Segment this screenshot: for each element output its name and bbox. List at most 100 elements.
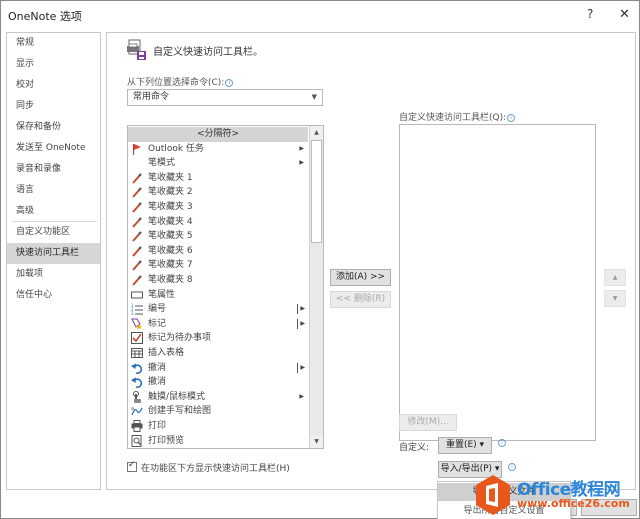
- sidebar-item[interactable]: 校对: [7, 75, 100, 96]
- info-icon[interactable]: i: [508, 463, 516, 471]
- sidebar-item[interactable]: 同步: [7, 96, 100, 117]
- command-label: 标记为待办事项: [148, 333, 212, 344]
- sidebar-item[interactable]: 常规: [7, 33, 100, 54]
- svg-text:a: a: [131, 406, 134, 412]
- command-label: 打印预览: [148, 435, 185, 446]
- commands-scrollbar[interactable]: ▲ ▼: [309, 126, 323, 448]
- sidebar-item[interactable]: 快速访问工具栏: [7, 243, 100, 264]
- info-icon[interactable]: i: [498, 439, 506, 447]
- sidebar-item[interactable]: 自定义功能区: [7, 222, 100, 243]
- info-icon[interactable]: i: [225, 79, 234, 87]
- sidebar-item[interactable]: 高级: [7, 201, 100, 222]
- command-item[interactable]: a 创建手写和绘图: [128, 404, 308, 419]
- command-item[interactable]: 撤消 ▶: [128, 361, 308, 376]
- command-item[interactable]: 插入表格: [128, 346, 308, 361]
- command-item[interactable]: 笔收藏夹 4: [128, 215, 308, 230]
- sidebar-item[interactable]: 保存和备份: [7, 117, 100, 138]
- command-label: <分隔符>: [196, 129, 240, 139]
- command-item[interactable]: 1 2 3 编号 ▶: [128, 302, 308, 317]
- command-item[interactable]: 笔收藏夹 1: [128, 171, 308, 186]
- command-item[interactable]: 笔属性: [128, 288, 308, 303]
- command-item[interactable]: 打印预览: [128, 434, 308, 448]
- info-icon[interactable]: i: [507, 114, 516, 122]
- show-below-ribbon-checkbox[interactable]: [127, 460, 137, 472]
- command-item[interactable]: 标记为待办事项: [128, 331, 308, 346]
- command-label: Outlook 任务: [148, 143, 204, 154]
- undo-icon: [131, 376, 143, 389]
- command-item[interactable]: 标记 ▶: [128, 317, 308, 332]
- dialog-title: OneNote 选项: [8, 10, 82, 23]
- command-label: 创建手写和绘图: [148, 406, 212, 417]
- help-button[interactable]: ?: [587, 7, 593, 21]
- command-label: 撤消: [148, 362, 167, 373]
- command-label: 笔收藏夹 7: [148, 260, 193, 271]
- commands-list[interactable]: 打印预览 打印 a 创建手写和绘图 触摸/鼠标模式 ▶ 撤消 撤消 ▶ 插入表格 标记为待办事项 标记…: [127, 125, 324, 449]
- main-panel: 自定义快速访问工具栏。 从下列位置选择命令(C): i 常用命令 ▼ 打印预览 打印…: [106, 32, 636, 490]
- remove-button[interactable]: << 删除(R): [330, 291, 391, 308]
- command-label: 笔收藏夹 8: [148, 275, 193, 285]
- choose-commands-text: 从下列位置选择命令(C):: [127, 78, 225, 88]
- scroll-thumb[interactable]: [311, 140, 322, 243]
- section-title: 自定义快速访问工具栏。: [153, 47, 263, 58]
- scroll-up-icon[interactable]: ▲: [310, 126, 323, 139]
- customize-label: 自定义:: [399, 443, 430, 453]
- modify-button[interactable]: 修改(M)...: [399, 414, 457, 431]
- sidebar-item[interactable]: 语言: [7, 180, 100, 201]
- printer-icon: [131, 420, 143, 432]
- checkbox-icon: [131, 332, 143, 345]
- tag-icon: [131, 318, 143, 330]
- menu-item-export[interactable]: 导出所有自定义设置: [438, 502, 570, 519]
- scroll-down-icon[interactable]: ▼: [310, 435, 323, 448]
- close-button[interactable]: ✕: [619, 7, 630, 22]
- import-export-button[interactable]: 导入/导出(P) ▾: [438, 461, 502, 478]
- pen-icon: [131, 230, 143, 242]
- menu-item-import[interactable]: 导入自定义文件: [438, 483, 570, 501]
- add-button[interactable]: 添加(A) >>: [330, 269, 391, 286]
- sidebar: 常规 显示 校对 同步 保存和备份 发送至 OneNote 录音和录像 语言 高级 自定义功能区快…: [6, 32, 101, 490]
- import-export-menu: 导入自定义文件 导出所有自定义设置: [437, 481, 571, 519]
- command-item[interactable]: 笔收藏夹 8: [128, 273, 308, 288]
- command-label: 笔收藏夹 4: [148, 216, 193, 227]
- onenote-options-dialog: OneNote 选项 ? ✕ 常规 显示 校对 同步 保存和备份 发送至 OneNote 录…: [0, 0, 640, 519]
- choose-commands-value: 常用命令: [133, 92, 170, 102]
- pen-icon: [131, 216, 143, 228]
- sidebar-item[interactable]: 录音和录像: [7, 159, 100, 180]
- cancel-button[interactable]: [581, 499, 637, 516]
- quick-access-toolbar-icon: [127, 39, 146, 60]
- submenu-arrow-icon: ▶: [299, 392, 304, 400]
- command-item[interactable]: Outlook 任务 ▶: [128, 142, 308, 157]
- pen-icon: [131, 201, 143, 213]
- command-item[interactable]: 笔模式 ▶: [128, 156, 308, 171]
- touch-icon: [131, 390, 143, 403]
- command-label: 笔收藏夹 3: [148, 202, 193, 212]
- command-item[interactable]: 打印: [128, 419, 308, 434]
- sidebar-divider: [12, 221, 97, 222]
- command-item[interactable]: 笔收藏夹 3: [128, 200, 308, 215]
- command-item[interactable]: 撤消: [128, 375, 308, 390]
- command-item[interactable]: 笔收藏夹 6: [128, 244, 308, 259]
- show-below-ribbon-option[interactable]: 在功能区下方显示快速访问工具栏(H): [127, 460, 290, 474]
- choose-commands-select[interactable]: 常用命令 ▼: [127, 89, 323, 106]
- command-item[interactable]: <分隔符>: [128, 127, 308, 142]
- command-label: 笔模式: [148, 158, 176, 169]
- print-preview-icon: [131, 434, 143, 447]
- numbering-icon: 123: [131, 303, 143, 316]
- move-down-button[interactable]: ▼: [604, 290, 626, 307]
- sidebar-item[interactable]: 显示: [7, 54, 100, 75]
- sidebar-item[interactable]: 发送至 OneNote: [7, 138, 100, 159]
- submenu-arrow-icon: ▶: [299, 159, 304, 167]
- move-up-button[interactable]: ▲: [604, 269, 626, 286]
- command-label: 插入表格: [148, 348, 185, 358]
- flag-icon: [131, 143, 143, 155]
- pen-icon: [131, 245, 143, 257]
- command-item[interactable]: 触摸/鼠标模式 ▶: [128, 390, 308, 405]
- command-label: 撤消: [148, 377, 167, 388]
- command-item[interactable]: 笔收藏夹 5: [128, 229, 308, 244]
- command-item[interactable]: 笔收藏夹 2: [128, 185, 308, 200]
- command-item[interactable]: 笔收藏夹 7: [128, 258, 308, 273]
- sidebar-item[interactable]: 信任中心: [7, 285, 100, 306]
- sidebar-item[interactable]: 加载项: [7, 264, 100, 285]
- qat-commands-list[interactable]: [399, 124, 596, 441]
- pen-icon: [131, 259, 143, 272]
- reset-button[interactable]: 重置(E) ▾: [438, 437, 492, 454]
